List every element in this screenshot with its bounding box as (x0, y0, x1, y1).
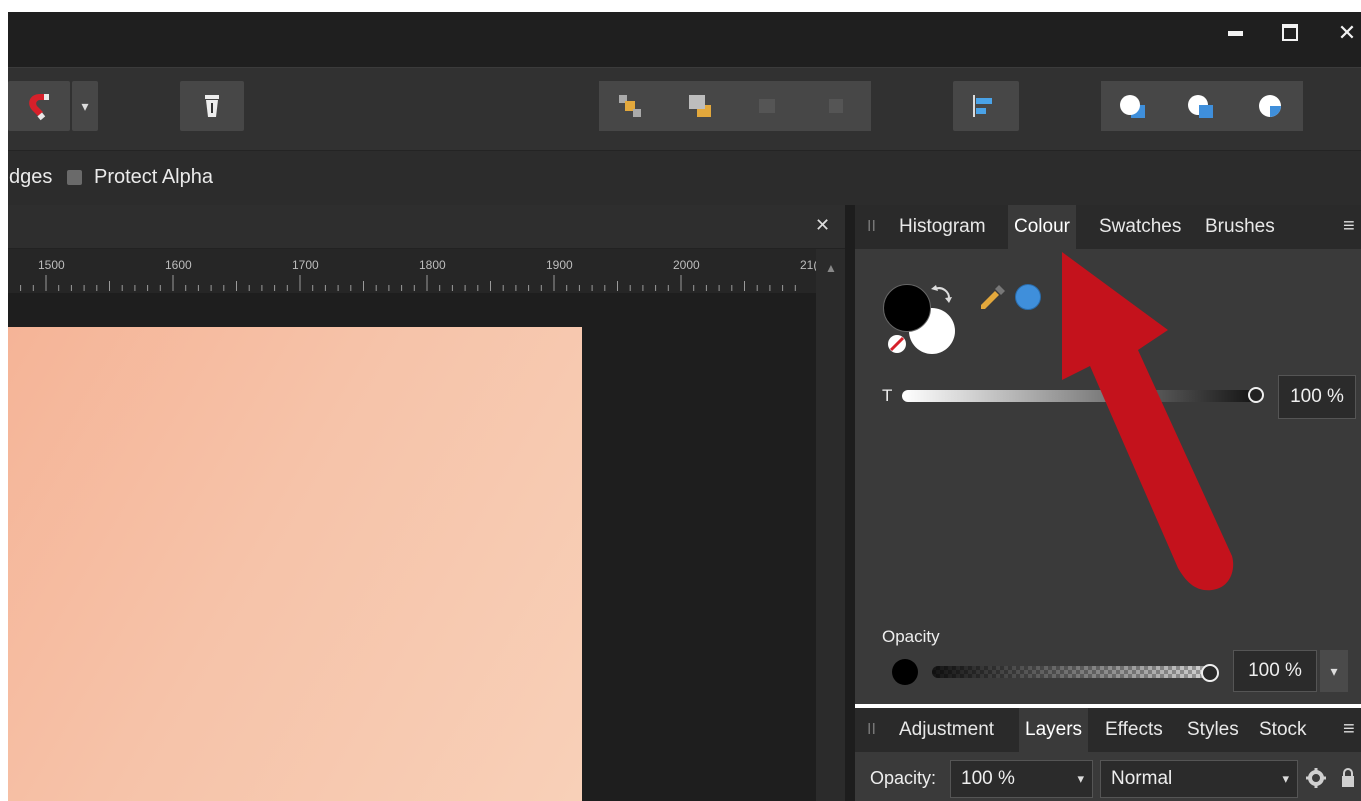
layer-opacity-value: 100 % (961, 768, 1015, 789)
magnet-icon (29, 94, 49, 121)
boolean-subtract-button[interactable] (1169, 81, 1235, 131)
opacity-value-field[interactable]: 100 % (1233, 650, 1317, 692)
arrange-disabled-icon (759, 99, 775, 113)
tab-swatches[interactable]: Swatches (1093, 205, 1187, 249)
tab-colour[interactable]: Colour (1008, 205, 1076, 249)
tint-slider-handle[interactable] (1248, 387, 1264, 403)
primary-colour-swatch[interactable] (883, 284, 931, 332)
panel-menu-icon[interactable]: ≡ (1343, 718, 1355, 741)
arrange-disabled-icon (829, 99, 843, 113)
tab-adjustment[interactable]: Adjustment (893, 708, 1000, 752)
arrange-back-icon (619, 95, 641, 117)
panel-divider (845, 205, 855, 801)
align-button[interactable] (953, 81, 1019, 131)
edges-label: dges (9, 166, 53, 188)
tab-histogram[interactable]: Histogram (893, 205, 992, 249)
ruler-label: 1500 (38, 258, 65, 272)
maximize-button[interactable] (1270, 12, 1310, 54)
snapping-button[interactable] (8, 81, 70, 131)
tab-stock[interactable]: Stock (1253, 708, 1313, 752)
ruler-label: 21( (800, 258, 816, 272)
close-icon: ✕ (1337, 20, 1357, 45)
opacity-label: Opacity (882, 627, 940, 646)
protect-alpha-label: Protect Alpha (94, 166, 213, 188)
trash-icon (205, 95, 219, 117)
swap-colours-icon[interactable] (929, 281, 957, 309)
tab-brushes[interactable]: Brushes (1199, 205, 1281, 249)
opacity-slider[interactable] (932, 666, 1214, 678)
chevron-down-icon: ▾ (1330, 663, 1338, 679)
layers-panel-tabs: II Adjustment Layers Effects Styles Stoc… (855, 708, 1361, 752)
ruler-label: 1600 (165, 258, 192, 272)
minimize-button[interactable] (1215, 12, 1255, 54)
artboard[interactable] (8, 327, 582, 801)
boolean-intersect-button[interactable] (1237, 81, 1303, 131)
opacity-dropdown-button[interactable]: ▾ (1320, 650, 1348, 692)
horizontal-ruler: 1500 1600 1700 1800 1900 2000 21( (8, 249, 816, 293)
minimize-icon (1227, 31, 1243, 36)
ruler-label: 1800 (419, 258, 446, 272)
tint-value-field[interactable]: 100 % (1278, 375, 1356, 419)
opacity-colour-swatch[interactable] (892, 659, 918, 685)
boolean-add-icon (1120, 95, 1145, 118)
ruler-ticks: 1500 1600 1700 1800 1900 2000 21( (20, 258, 816, 291)
vertical-scrollbar[interactable]: ▲ (816, 249, 845, 801)
scroll-up-icon[interactable]: ▲ (825, 261, 837, 275)
annotation-arrow (1062, 252, 1234, 591)
lock-icon[interactable] (1340, 766, 1356, 790)
boolean-add-button[interactable] (1101, 81, 1167, 131)
chevron-down-icon[interactable]: ▾ (1282, 761, 1289, 797)
move-forward-one-button[interactable] (735, 81, 801, 131)
colour-panel-tabs: II Histogram Colour Swatches Brushes ≡ (855, 205, 1361, 249)
tab-styles[interactable]: Styles (1181, 708, 1245, 752)
chevron-down-icon[interactable]: ▾ (1077, 761, 1084, 797)
panel-grip[interactable]: II (867, 721, 876, 739)
tab-layers[interactable]: Layers (1019, 708, 1089, 752)
arrange-forward-icon (689, 95, 711, 117)
boolean-subtract-icon (1188, 95, 1213, 118)
ruler-label: 1700 (292, 258, 319, 272)
layer-opacity-label: Opacity: (870, 768, 937, 788)
blend-mode-select[interactable]: Normal ▾ (1100, 760, 1298, 798)
align-left-icon (973, 95, 992, 117)
delete-button[interactable] (180, 81, 244, 131)
move-to-front-button[interactable] (803, 81, 869, 131)
blend-mode-value: Normal (1111, 768, 1173, 789)
move-back-one-button[interactable] (667, 81, 733, 131)
opacity-slider-handle[interactable] (1201, 664, 1219, 682)
snapping-dropdown-button[interactable]: ▾ (72, 81, 98, 131)
close-window-button[interactable]: ✕ (1327, 12, 1361, 54)
picked-colour-swatch[interactable] (1015, 284, 1041, 310)
ruler-label: 1900 (546, 258, 573, 272)
tint-label: T (882, 386, 893, 405)
title-bar (8, 12, 1361, 67)
no-colour-icon[interactable] (886, 333, 908, 355)
colour-picker-icon[interactable] (975, 281, 1009, 315)
gear-icon[interactable] (1305, 767, 1327, 789)
tab-effects[interactable]: Effects (1099, 708, 1169, 752)
close-icon: ✕ (815, 215, 831, 235)
document-tab-bar (8, 205, 845, 249)
move-to-back-button[interactable] (599, 81, 665, 131)
panel-menu-icon[interactable]: ≡ (1343, 215, 1355, 238)
layer-opacity-field[interactable]: 100 % ▾ (950, 760, 1093, 798)
maximize-icon (1282, 24, 1298, 41)
chevron-down-icon: ▾ (81, 98, 89, 114)
close-document-button[interactable]: ✕ (815, 215, 830, 236)
protect-alpha-checkbox[interactable] (67, 170, 82, 185)
boolean-intersect-icon (1259, 95, 1281, 117)
ruler-label: 2000 (673, 258, 700, 272)
panel-grip[interactable]: II (867, 218, 876, 236)
